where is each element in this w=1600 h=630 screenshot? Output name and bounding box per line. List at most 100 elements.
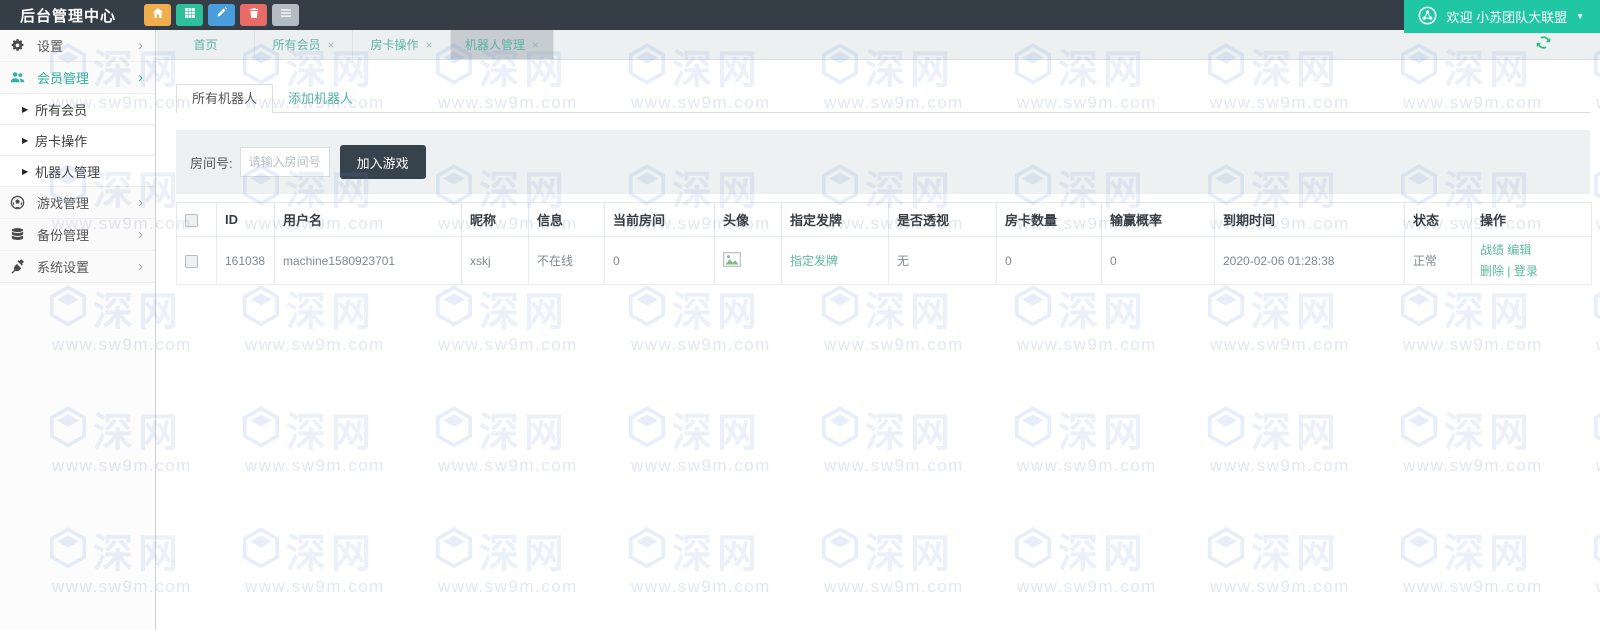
header-nickname: 昵称: [462, 203, 529, 237]
sidebar-item-all-members[interactable]: ▶ 所有会员: [0, 94, 155, 125]
database-icon: [10, 227, 29, 242]
tab-robot-management[interactable]: 机器人管理 ×: [451, 30, 554, 59]
welcome-dropdown[interactable]: 欢迎 小苏团队大联盟 ▼: [1404, 0, 1600, 33]
tab-all-robots[interactable]: 所有机器人: [176, 84, 273, 113]
grid-icon: [184, 6, 196, 24]
cell-assigned-deal: 指定发牌: [782, 237, 889, 285]
home-button[interactable]: [144, 4, 171, 26]
cell-expire-time: 2020-02-06 01:28:38: [1215, 237, 1405, 285]
sidebar-item-label: 设置: [37, 36, 63, 55]
trash-icon: [248, 6, 260, 24]
sidebar-item-label: 游戏管理: [37, 193, 89, 212]
admin-page: 后台管理中心 欢迎 小苏团队大联盟 ▼: [0, 0, 1600, 630]
header-win-rate: 输赢概率: [1102, 203, 1215, 237]
users-icon: [10, 70, 29, 85]
select-all-checkbox[interactable]: [185, 214, 198, 227]
pencil-icon: [216, 6, 228, 24]
open-tabs-strip: 首页 所有会员 × 房卡操作 × 机器人管理 ×: [157, 30, 1600, 60]
sidebar-item-label: 机器人管理: [35, 162, 100, 181]
refresh-icon: [1535, 34, 1552, 56]
sidebar-item-system-settings[interactable]: 系统设置 ›: [0, 251, 155, 283]
sidebar-item-robot-management[interactable]: ▶ 机器人管理: [0, 156, 155, 187]
list-button[interactable]: [272, 4, 299, 26]
chevron-right-icon: ›: [138, 38, 143, 53]
assigned-deal-link[interactable]: 指定发牌: [790, 254, 838, 268]
sidebar-item-label: 房卡操作: [35, 131, 87, 150]
chevron-right-icon: ›: [138, 227, 143, 242]
header-status: 状态: [1405, 203, 1472, 237]
tab-label: 添加机器人: [288, 91, 353, 106]
sidebar-item-game-management[interactable]: 游戏管理 ›: [0, 187, 155, 219]
results-link[interactable]: 战绩: [1480, 243, 1504, 257]
sidebar-item-label: 系统设置: [37, 257, 89, 276]
sidebar-item-label: 会员管理: [37, 68, 89, 87]
header-avatar: 头像: [715, 203, 782, 237]
tab-all-members[interactable]: 所有会员 ×: [255, 30, 353, 59]
edit-link[interactable]: 编辑: [1507, 243, 1531, 257]
sidebar-item-members[interactable]: 会员管理 ›: [0, 62, 155, 94]
tab-label: 首页: [193, 36, 217, 53]
cell-status: 正常: [1405, 237, 1472, 285]
sidebar-item-settings[interactable]: 设置 ›: [0, 30, 155, 62]
tab-label: 所有机器人: [192, 91, 257, 106]
tab-label: 机器人管理: [465, 36, 525, 53]
action-separator: |: [1507, 264, 1510, 278]
cell-actions: 战绩 编辑 删除 | 登录: [1472, 237, 1592, 285]
cell-nickname: xskj: [462, 237, 529, 285]
caret-down-icon: ▼: [1576, 12, 1584, 21]
topbar: 后台管理中心: [0, 0, 1600, 30]
plug-icon: [10, 259, 29, 274]
sidebar-item-label: 备份管理: [37, 225, 89, 244]
refresh-button[interactable]: [1535, 34, 1552, 56]
chevron-right-icon: ›: [138, 70, 143, 85]
header-username: 用户名: [275, 203, 462, 237]
close-icon[interactable]: ×: [328, 38, 335, 52]
cell-card-count: 0: [997, 237, 1102, 285]
table-header-row: ID 用户名 昵称 信息 当前房间 头像 指定发牌 是否透视 房卡数量 输赢概率…: [177, 203, 1592, 237]
cell-current-room: 0: [605, 237, 715, 285]
cell-select: [177, 237, 217, 285]
header-card-count: 房卡数量: [997, 203, 1102, 237]
login-link[interactable]: 登录: [1514, 264, 1538, 278]
chevron-right-icon: ›: [138, 259, 143, 274]
header-select-all: [177, 203, 217, 237]
delete-button[interactable]: [240, 4, 267, 26]
cell-win-rate: 0: [1102, 237, 1215, 285]
robot-tabs: 所有机器人 添加机器人: [176, 84, 1590, 113]
caret-right-icon: ▶: [22, 167, 28, 176]
caret-right-icon: ▶: [22, 136, 28, 145]
join-game-button[interactable]: 加入游戏: [340, 145, 426, 179]
close-icon[interactable]: ×: [426, 38, 433, 52]
header-id: ID: [217, 203, 275, 237]
delete-link[interactable]: 删除: [1480, 264, 1504, 278]
header-info: 信息: [529, 203, 605, 237]
grid-button[interactable]: [176, 4, 203, 26]
edit-button[interactable]: [208, 4, 235, 26]
sidebar-item-backup-management[interactable]: 备份管理 ›: [0, 219, 155, 251]
cell-id: 161038: [217, 237, 275, 285]
tab-room-card-ops[interactable]: 房卡操作 ×: [353, 30, 451, 59]
sidebar-item-label: 所有会员: [35, 100, 87, 119]
app-title: 后台管理中心: [20, 5, 116, 26]
close-icon[interactable]: ×: [532, 38, 539, 52]
row-checkbox[interactable]: [185, 255, 198, 268]
list-icon: [280, 6, 292, 24]
caret-right-icon: ▶: [22, 105, 28, 114]
gears-icon: [10, 38, 29, 53]
header-assigned-deal: 指定发牌: [782, 203, 889, 237]
cell-perspective: 无: [889, 237, 997, 285]
sidebar-item-room-card-ops[interactable]: ▶ 房卡操作: [0, 125, 155, 156]
tab-label: 房卡操作: [370, 36, 418, 53]
welcome-label: 欢迎 小苏团队大联盟: [1446, 7, 1567, 26]
broken-image-icon: [723, 256, 741, 270]
tab-label: 所有会员: [272, 36, 320, 53]
join-game-form: 房间号: 加入游戏: [176, 130, 1590, 194]
robots-table: ID 用户名 昵称 信息 当前房间 头像 指定发牌 是否透视 房卡数量 输赢概率…: [176, 202, 1592, 285]
header-perspective: 是否透视: [889, 203, 997, 237]
tab-add-robot[interactable]: 添加机器人: [273, 85, 368, 112]
share-node-icon: [1418, 6, 1437, 28]
sidebar: 设置 › 会员管理 › ▶ 所有会员 ▶ 房卡操作 ▶ 机器人管理 游戏管理 ›…: [0, 30, 156, 630]
tab-home[interactable]: 首页: [157, 30, 255, 59]
room-number-input[interactable]: [240, 147, 330, 177]
cell-avatar: [715, 237, 782, 285]
